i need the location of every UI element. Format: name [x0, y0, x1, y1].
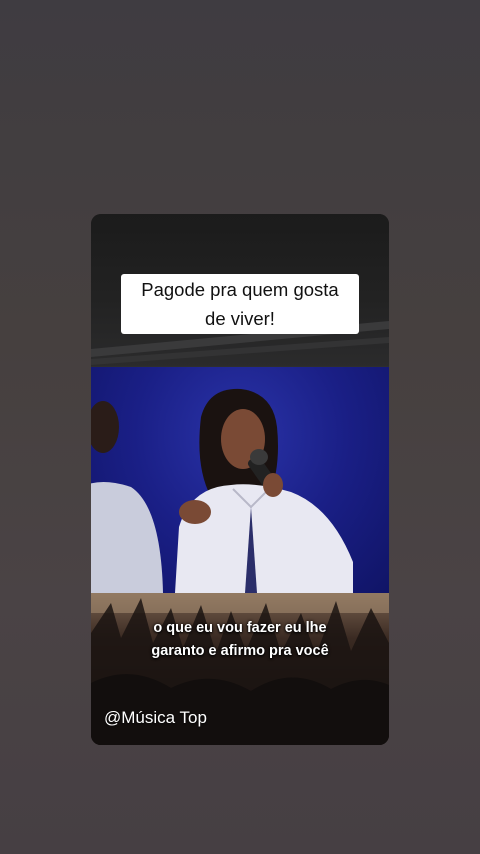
microphone-head: [250, 449, 268, 465]
background-man-shirt: [91, 482, 163, 593]
caption-line-2: de viver!: [205, 308, 275, 329]
caption-line-1: Pagode pra quem gosta: [141, 279, 339, 300]
lyrics-line-1: o que eu vou fazer eu lhe: [153, 620, 327, 636]
video-frame[interactable]: [91, 367, 389, 593]
singer-shirt: [175, 484, 353, 593]
caption-box: Pagode pra quem gosta de viver!: [121, 274, 359, 334]
singer-left-hand: [179, 500, 211, 524]
singer-right-hand: [263, 473, 283, 497]
channel-watermark: @Música Top: [104, 708, 207, 727]
lyrics-subtitle: o que eu vou fazer eu lhe garanto e afir…: [91, 617, 389, 663]
story-card[interactable]: Pagode pra quem gosta de viver! o que eu…: [91, 214, 389, 745]
background-man-head: [91, 401, 119, 453]
lyrics-line-2: garanto e afirmo pra você: [151, 643, 329, 659]
singer-performance-image: [91, 388, 353, 593]
